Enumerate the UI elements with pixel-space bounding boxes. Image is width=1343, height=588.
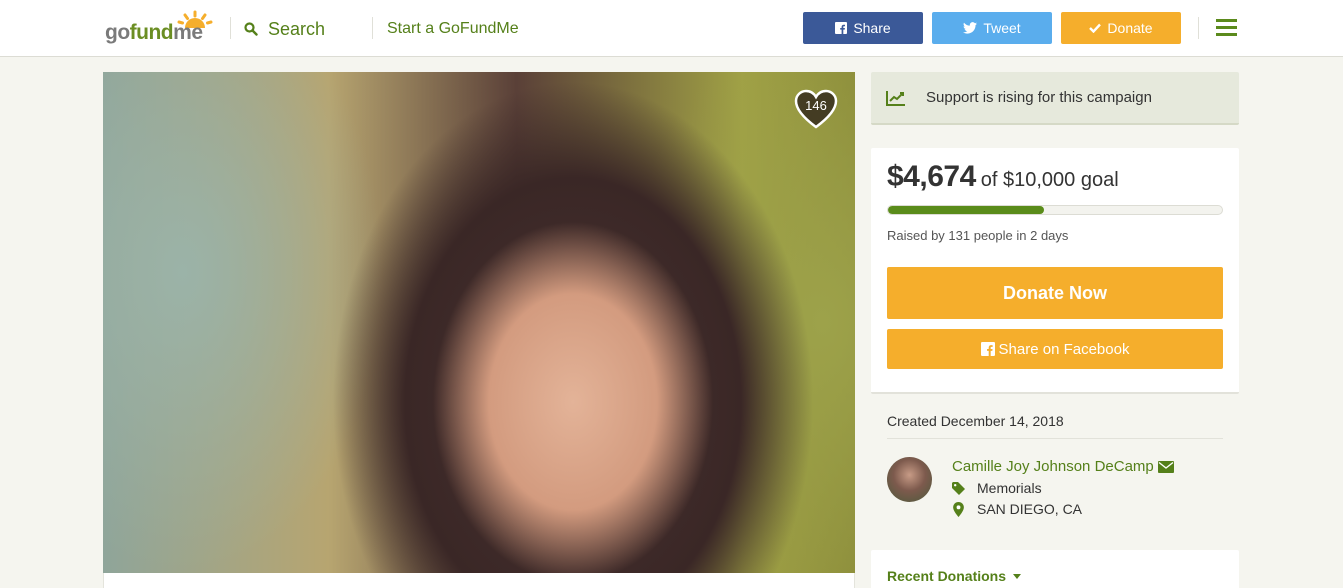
share-on-facebook-label: Share on Facebook [998,340,1130,358]
progress-bar-fill [888,206,1045,214]
logo-wordmark: gofundme [105,21,203,44]
tweet-button[interactable]: Tweet [932,12,1052,44]
donate-label: Donate [1107,20,1153,36]
top-nav: gofundme Search Start a GoFundMe Share T… [0,0,1343,57]
campaign-photo [103,72,855,573]
goal-text: of $10,000 goal [980,169,1119,191]
search-icon [244,22,258,36]
raised-by-text: Raised by 131 people in 2 days [887,228,1069,243]
organizer-avatar[interactable] [887,457,932,502]
tag-icon [952,481,965,495]
search-link[interactable]: Search [244,18,325,40]
donate-button[interactable]: Donate [1061,12,1181,44]
checkmark-icon [1089,23,1102,33]
start-gofundme-link[interactable]: Start a GoFundMe [387,20,519,38]
tweet-label: Tweet [983,20,1021,36]
recent-donations-toggle[interactable]: Recent Donations [887,568,1022,584]
divider [887,438,1223,439]
hamburger-menu-icon[interactable] [1216,19,1237,37]
chevron-down-icon [1013,573,1022,579]
recent-donations-card: Recent Donations [871,550,1239,588]
trending-chart-icon [886,90,905,106]
created-date: Created December 14, 2018 [887,413,1064,429]
recent-donations-label: Recent Donations [887,568,1007,584]
location-row: SAN DIEGO, CA [952,501,1082,517]
raised-summary: $4,674 of $10,000 goal [887,160,1119,194]
progress-bar [887,205,1223,215]
envelope-icon[interactable] [1157,460,1174,473]
donation-card: $4,674 of $10,000 goal Raised by 131 peo… [871,148,1239,394]
organizer-name: Camille Joy Johnson DeCamp [952,458,1154,475]
facebook-icon [835,22,848,34]
search-label: Search [268,18,326,39]
divider [230,17,231,39]
support-rising-banner: Support is rising for this campaign [871,72,1239,125]
share-label: Share [853,20,891,36]
map-pin-icon [953,501,964,517]
raised-amount: $4,674 [887,160,976,193]
category-row: Memorials [952,480,1042,496]
share-button[interactable]: Share [803,12,923,44]
location-text: SAN DIEGO, CA [977,501,1083,517]
campaign-story-card [103,573,855,588]
divider [1198,17,1199,39]
organizer-link[interactable]: Camille Joy Johnson DeCamp [952,458,1174,475]
gofundme-logo[interactable]: gofundme [104,10,214,44]
category-text: Memorials [977,480,1042,496]
facebook-icon [980,342,995,356]
heart-count: 146 [805,98,827,113]
twitter-icon [963,22,978,34]
donate-now-button[interactable]: Donate Now [887,267,1223,319]
rising-text: Support is rising for this campaign [926,89,1152,106]
divider [372,17,373,39]
share-on-facebook-button[interactable]: Share on Facebook [887,329,1223,369]
